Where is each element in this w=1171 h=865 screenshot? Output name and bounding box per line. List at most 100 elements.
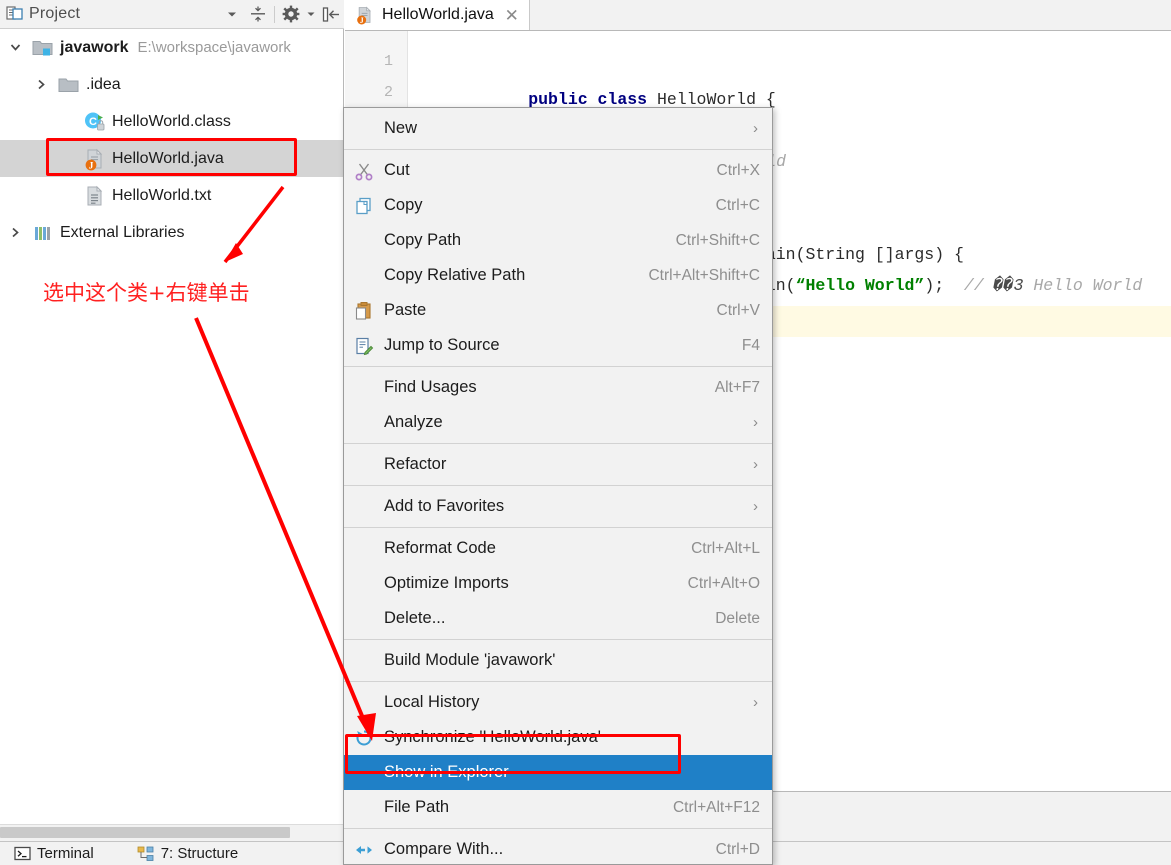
tree-item-label: HelloWorld.java [112,149,224,167]
module-folder-icon [30,35,56,61]
menu-separator [344,366,772,367]
menu-item-shortcut: Ctrl+X [716,161,761,179]
menu-item-shortcut: Ctrl+Shift+C [675,231,760,249]
tree-item-helloworld-class[interactable]: C HelloWorld.class [0,103,343,140]
menu-item-shortcut: F4 [741,336,760,354]
tree-item-label: javawork [60,38,129,56]
menu-item-paste[interactable]: Paste Ctrl+V [344,293,772,328]
project-horizontal-scrollbar[interactable] [0,824,343,841]
menu-item-analyze[interactable]: Analyze › [344,405,772,440]
menu-item-label: Refactor [384,455,447,473]
menu-separator [344,149,772,150]
menu-icon-placeholder [344,790,384,825]
menu-item-label: Copy Path [384,231,462,249]
tree-item-idea[interactable]: .idea [0,66,343,103]
text-file-icon [82,183,108,209]
svg-text:J: J [360,16,364,25]
chevron-right-icon: › [753,456,758,473]
menu-separator [344,639,772,640]
menu-separator [344,443,772,444]
collapse-all-icon[interactable] [245,2,271,26]
menu-item-optimize-imports[interactable]: Optimize Imports Ctrl+Alt+O [344,566,772,601]
terminal-tool-button[interactable]: Terminal [12,845,94,863]
bottom-tool-label: 7: Structure [160,845,239,862]
menu-icon-placeholder [344,566,384,601]
chevron-right-icon[interactable] [26,66,56,103]
tree-item-helloworld-txt[interactable]: HelloWorld.txt [0,177,343,214]
menu-item-build-module[interactable]: Build Module 'javawork' [344,643,772,678]
scrollbar-thumb[interactable] [0,827,290,838]
chevron-right-icon: › [753,694,758,711]
tree-item-external-libraries[interactable]: External Libraries [0,214,343,251]
menu-item-label: Delete... [384,609,446,627]
menu-icon-placeholder [344,405,384,440]
menu-item-new[interactable]: New › [344,111,772,146]
menu-icon-placeholder [344,489,384,524]
menu-item-shortcut: Delete [715,609,760,627]
menu-item-label: Local History [384,693,480,711]
menu-item-add-to-favorites[interactable]: Add to Favorites › [344,489,772,524]
menu-item-label: Compare With... [384,840,504,858]
structure-tool-button[interactable]: 7: Structure [136,845,239,863]
menu-item-shortcut: Ctrl+D [715,840,760,858]
chevron-down-icon[interactable] [0,29,30,66]
toolbar-divider [274,5,275,23]
menu-item-label: Synchronize 'HelloWorld.java' [384,728,601,746]
chevron-right-icon: › [753,120,758,137]
menu-item-delete[interactable]: Delete... Delete [344,601,772,636]
svg-text:J: J [89,161,94,171]
menu-item-compare-with[interactable]: Compare With... Ctrl+D [344,832,772,864]
menu-icon-placeholder [344,370,384,405]
editor-vertical-scrollbar[interactable] [1158,31,1171,865]
gear-settings-icon[interactable] [278,2,304,26]
svg-text:C: C [89,116,97,128]
context-menu[interactable]: New › Cut Ctrl+X Copy Ctrl+C Copy Path C… [343,107,773,865]
menu-item-refactor[interactable]: Refactor › [344,447,772,482]
tree-item-javawork[interactable]: javawork E:\workspace\javawork [0,29,343,66]
jump-to-source-icon [344,328,384,363]
menu-item-label: Cut [384,161,410,179]
menu-item-label: Paste [384,301,427,319]
menu-item-label: Show in Explorer [384,763,509,781]
line-number: 1 [383,53,393,70]
tree-item-label: External Libraries [60,223,185,241]
code-line-1: public class HelloWorld { [449,53,776,109]
menu-item-shortcut: Alt+F7 [714,378,760,396]
folder-icon [56,72,82,98]
menu-item-copy-relative-path[interactable]: Copy Relative Path Ctrl+Alt+Shift+C [344,258,772,293]
tree-item-helloworld-java[interactable]: J HelloWorld.java [0,140,343,177]
menu-item-cut[interactable]: Cut Ctrl+X [344,153,772,188]
menu-item-find-usages[interactable]: Find Usages Alt+F7 [344,370,772,405]
menu-item-label: Reformat Code [384,539,496,557]
gear-dropdown-arrow-icon[interactable] [304,2,318,26]
menu-item-synchronize[interactable]: Synchronize 'HelloWorld.java' [344,720,772,755]
project-panel-header: Project [0,0,344,29]
menu-item-jump-to-source[interactable]: Jump to Source F4 [344,328,772,363]
copy-icon [344,188,384,223]
hide-panel-icon[interactable] [318,2,344,26]
tree-item-path: E:\workspace\javawork [137,39,291,56]
menu-item-label: Optimize Imports [384,574,509,592]
menu-item-label: Find Usages [384,378,477,396]
menu-item-shortcut: Ctrl+V [716,301,761,319]
menu-item-local-history[interactable]: Local History › [344,685,772,720]
project-tree[interactable]: javawork E:\workspace\javawork .idea C H… [0,29,343,824]
menu-item-shortcut: Ctrl+Alt+L [691,539,760,557]
chevron-right-icon[interactable] [0,214,30,251]
paste-icon [344,293,384,328]
menu-item-reformat-code[interactable]: Reformat Code Ctrl+Alt+L [344,531,772,566]
view-options-dropdown-icon[interactable] [219,2,245,26]
close-icon[interactable]: ✕ [504,7,520,24]
tab-helloworld-java[interactable]: J HelloWorld.java ✕ [345,0,530,30]
menu-item-copy-path[interactable]: Copy Path Ctrl+Shift+C [344,223,772,258]
menu-item-file-path[interactable]: File Path Ctrl+Alt+F12 [344,790,772,825]
menu-item-show-in-explorer[interactable]: Show in Explorer [344,755,772,790]
structure-icon [136,845,156,863]
menu-item-copy[interactable]: Copy Ctrl+C [344,188,772,223]
code-token: // [963,276,994,295]
code-token: “Hello World” [795,276,925,295]
menu-icon-placeholder [344,685,384,720]
menu-separator [344,828,772,829]
menu-item-shortcut: Ctrl+C [715,196,760,214]
